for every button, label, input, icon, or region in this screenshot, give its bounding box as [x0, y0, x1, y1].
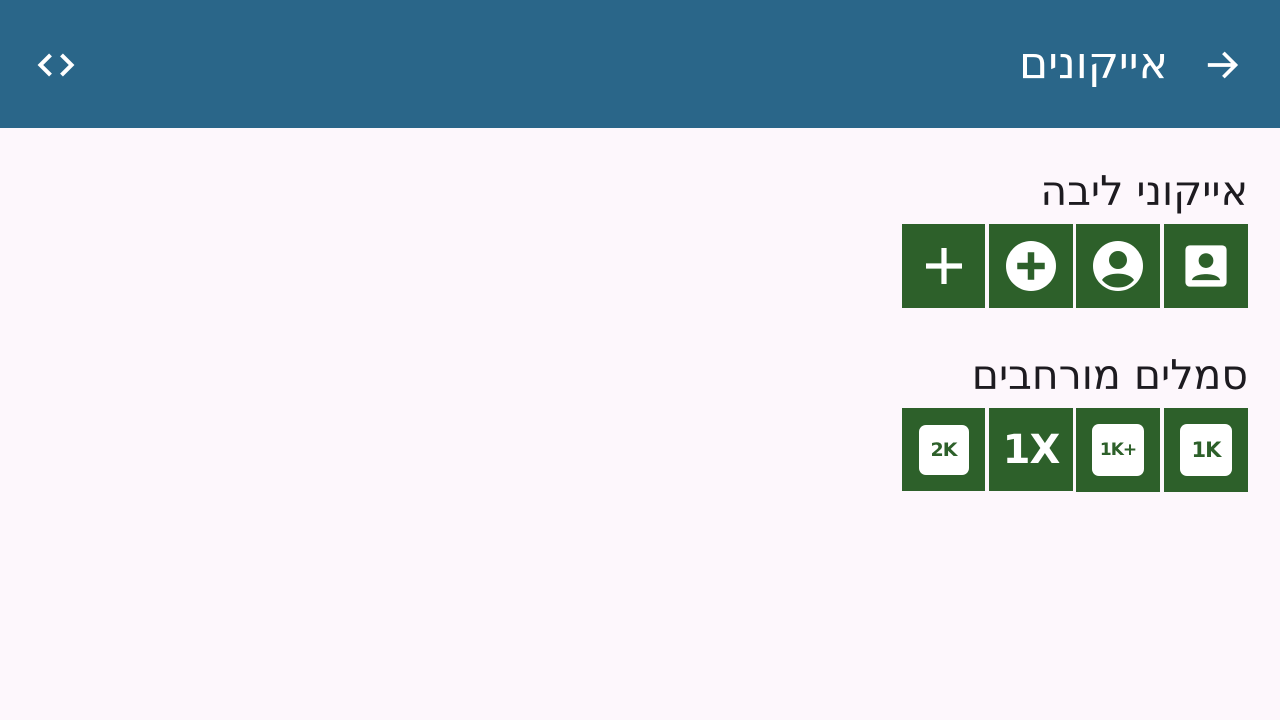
1k-plus-icon: 1K+: [1092, 424, 1144, 476]
icon-tile-add[interactable]: [902, 224, 985, 308]
back-button[interactable]: [1196, 38, 1250, 92]
code-button[interactable]: [28, 38, 84, 92]
section-title-extended-symbols: סמלים מורחבים: [971, 351, 1248, 399]
icon-tile-2k[interactable]: 2K: [902, 408, 985, 491]
contact-box-icon: [1185, 245, 1227, 287]
app-bar: אייקונים: [0, 0, 1280, 128]
arrow-forward-icon: [1207, 51, 1239, 79]
page-title: אייקונים: [1019, 38, 1168, 89]
1x-mobiledata-icon: 1X: [1002, 426, 1061, 473]
icon-tile-add-circle[interactable]: [989, 224, 1073, 308]
account-circle-icon: [1093, 241, 1143, 291]
1k-icon: 1K: [1180, 424, 1232, 476]
2k-icon: 2K: [918, 424, 969, 475]
section-title-core-icons: אייקוני ליבה: [1040, 167, 1248, 215]
icon-tile-contact-box[interactable]: [1164, 224, 1248, 308]
icon-tile-1k[interactable]: 1K: [1164, 408, 1248, 492]
icon-tile-1k-plus[interactable]: 1K+: [1076, 408, 1160, 492]
add-circle-icon: [1006, 241, 1056, 291]
icon-tile-account-circle[interactable]: [1076, 224, 1160, 308]
code-icon: [37, 53, 75, 77]
icon-tile-1x-mobiledata[interactable]: 1X: [989, 408, 1073, 491]
add-icon: [925, 248, 962, 284]
